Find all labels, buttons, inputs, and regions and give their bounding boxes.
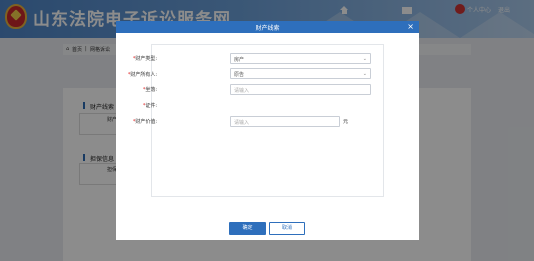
close-icon[interactable]: × bbox=[407, 22, 414, 32]
chevron-down-icon: ⌄ bbox=[362, 56, 367, 62]
value-input[interactable]: 请输入 bbox=[230, 116, 340, 127]
asset-form: *财产类型: 房产 ⌄ *财产所有人: 原告 ⌄ *坐落: 请输入 *证件: *财产… bbox=[128, 44, 384, 197]
certificate-label: *证件: bbox=[142, 103, 157, 109]
chevron-down-icon: ⌄ bbox=[362, 71, 367, 77]
owner-label: *财产所有人: bbox=[127, 72, 157, 78]
asset-clue-dialog: 财产线索 × *财产类型: 房产 ⌄ *财产所有人: 原告 ⌄ *坐落: 请输入 *… bbox=[116, 21, 419, 240]
value-label: *财产价值: bbox=[132, 119, 157, 125]
asset-type-select[interactable]: 房产 ⌄ bbox=[230, 53, 371, 64]
value-unit: 元 bbox=[343, 119, 349, 125]
dialog-title: 财产线索 bbox=[255, 25, 280, 32]
confirm-button[interactable]: 确定 bbox=[229, 222, 266, 235]
location-label: *坐落: bbox=[142, 87, 157, 93]
location-input[interactable]: 请输入 bbox=[230, 84, 371, 95]
owner-select[interactable]: 原告 ⌄ bbox=[230, 68, 371, 79]
asset-type-label: *财产类型: bbox=[132, 56, 157, 62]
cancel-button[interactable]: 取消 bbox=[269, 222, 305, 235]
dialog-header: 财产线索 × bbox=[116, 21, 419, 33]
